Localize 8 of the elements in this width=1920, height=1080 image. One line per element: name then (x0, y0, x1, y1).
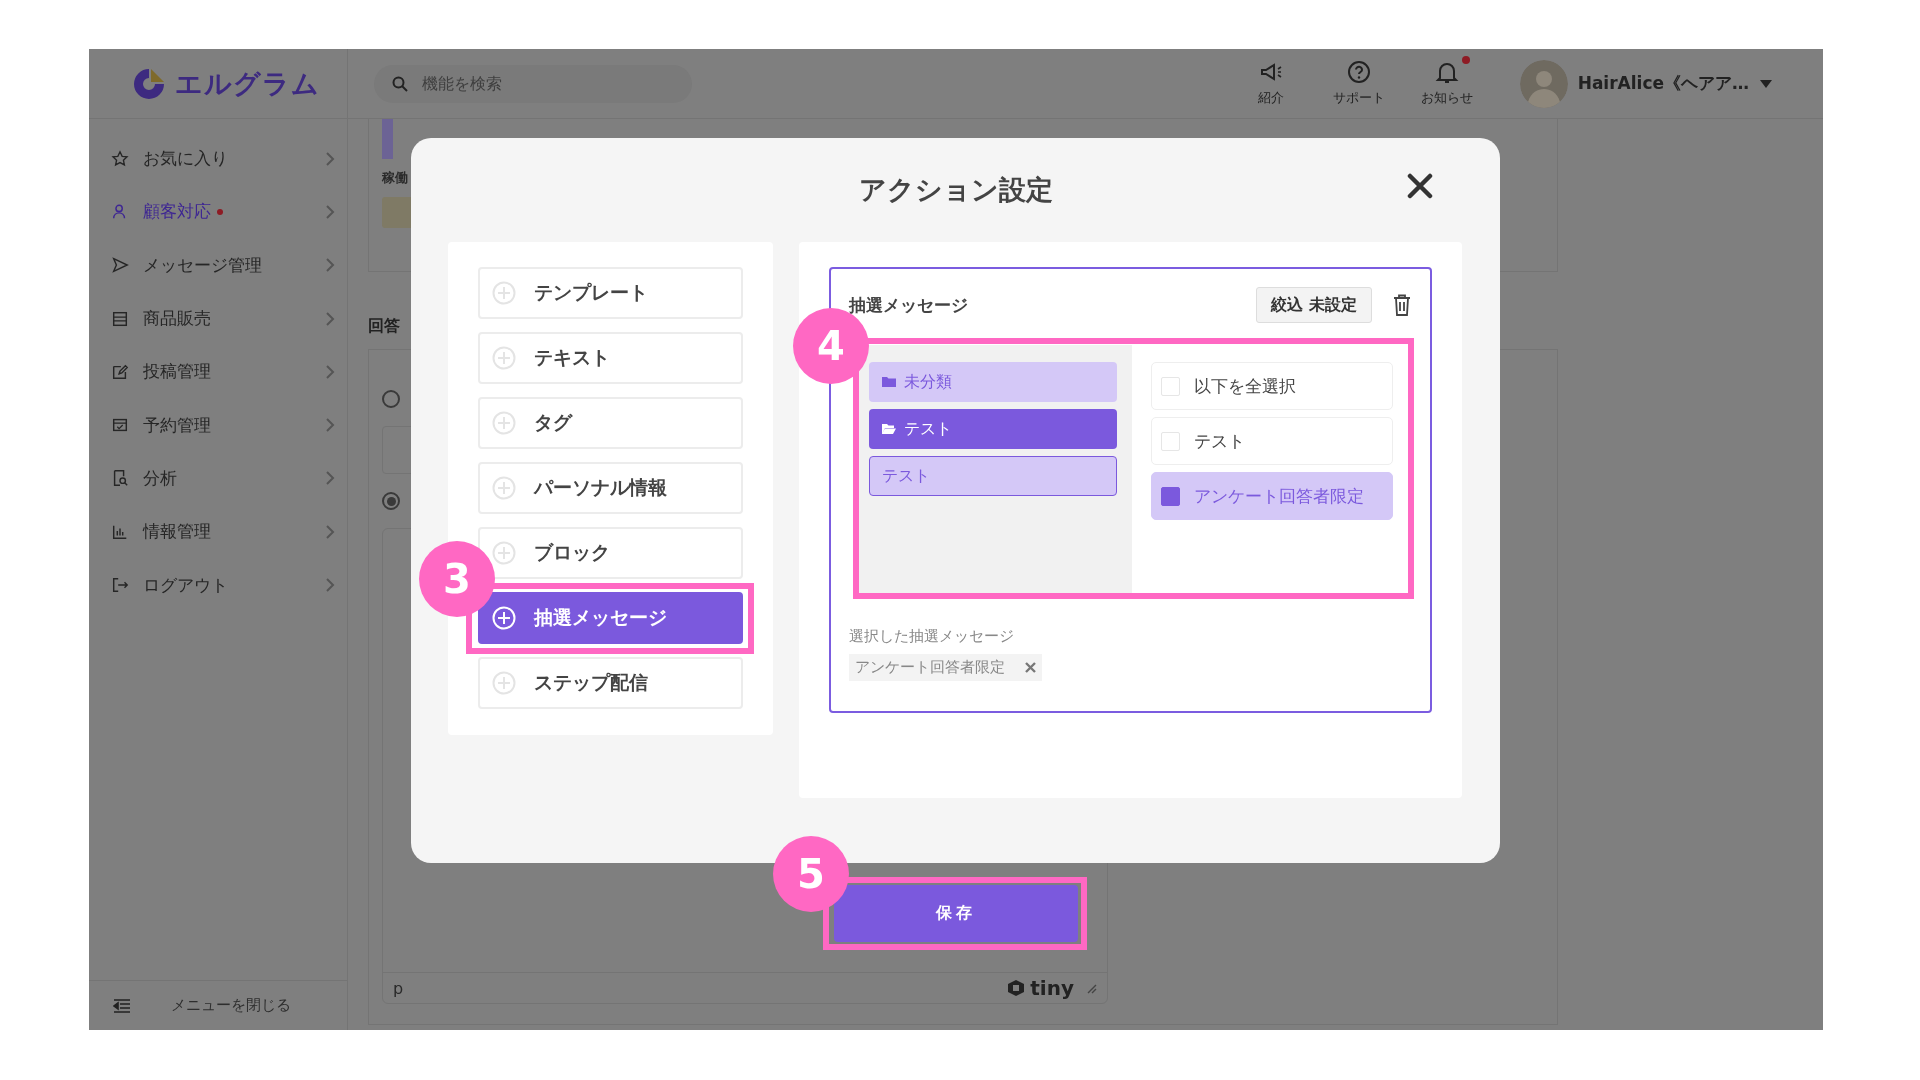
brand-label: tiny (1030, 976, 1074, 1000)
section-title: 回答 (368, 316, 400, 337)
element-path: p (393, 978, 404, 998)
selected-tag: アンケート回答者限定 (849, 654, 1042, 681)
logo-text: エルグラム (175, 66, 320, 101)
dialog-title: アクション設定 (858, 173, 1053, 207)
selected-label: 選択した抽選メッセージ (849, 627, 1015, 646)
status-label: 稼働 (382, 169, 408, 187)
